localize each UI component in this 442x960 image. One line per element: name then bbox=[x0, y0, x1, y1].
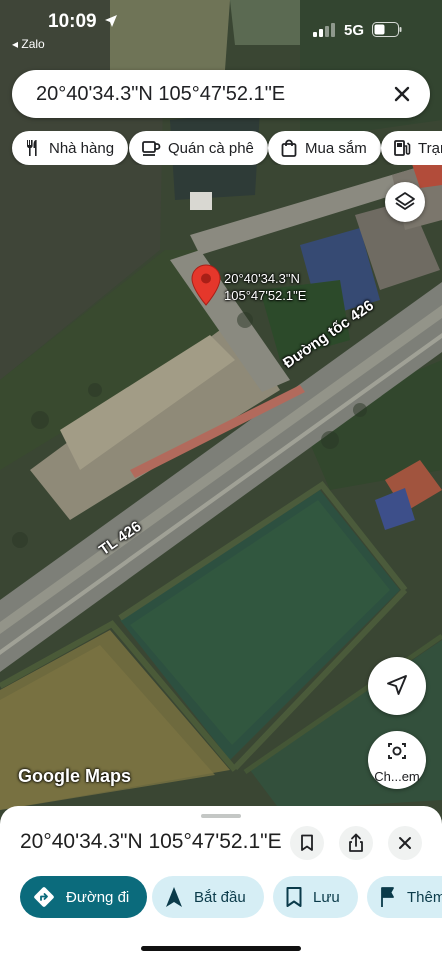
network-type: 5G bbox=[344, 22, 365, 39]
share-button[interactable] bbox=[339, 826, 373, 860]
battery-icon bbox=[372, 22, 402, 37]
directions-label: Đường đi bbox=[66, 888, 130, 906]
chip-label: Mua sắm bbox=[305, 139, 367, 157]
pin-label-lng: 105°47'52.1"E bbox=[224, 288, 307, 303]
coffee-cup-icon bbox=[142, 141, 161, 156]
chip-coffee-shops[interactable]: Quán cà phê bbox=[129, 131, 268, 165]
chip-shopping[interactable]: Mua sắm bbox=[268, 131, 381, 165]
lens-button-label: Ch...em bbox=[374, 769, 420, 784]
navigation-arrow-icon bbox=[387, 675, 407, 695]
status-time: 10:09 bbox=[48, 11, 97, 32]
lens-button[interactable]: Ch...em bbox=[368, 731, 426, 789]
google-maps-attribution: Google Maps bbox=[18, 766, 132, 786]
directions-button[interactable]: Đường đi bbox=[20, 876, 148, 918]
cellular-signal-icon bbox=[313, 23, 335, 37]
pin-coordinates-label: 20°40'34.3"N 105°47'52.1"E bbox=[224, 270, 306, 304]
place-title: 20°40'34.3"N 105°47'52.1"E bbox=[20, 830, 282, 853]
start-button[interactable]: Bắt đầu bbox=[152, 876, 264, 918]
flag-icon bbox=[381, 887, 394, 907]
fork-knife-icon bbox=[27, 140, 37, 156]
navigation-arrow-icon bbox=[166, 887, 182, 907]
save-button[interactable] bbox=[290, 826, 324, 860]
bookmark-icon bbox=[286, 887, 302, 907]
back-to-app-link[interactable]: ◂ Zalo bbox=[12, 37, 45, 51]
category-chips: Nhà hàng Quán cà phê Mua sắm Trạm bbox=[0, 131, 442, 165]
share-icon bbox=[349, 833, 363, 852]
close-sheet-button[interactable] bbox=[388, 826, 422, 860]
action-buttons-row: Đường đi Bắt đầu Lưu Thêm bbox=[0, 876, 442, 918]
my-location-button[interactable] bbox=[368, 657, 426, 715]
add-label: Thêm bbox=[407, 888, 442, 906]
close-icon bbox=[399, 837, 411, 849]
add-button[interactable]: Thêm bbox=[367, 876, 442, 918]
close-icon[interactable] bbox=[388, 80, 416, 108]
search-query[interactable]: 20°40'34.3"N 105°47'52.1"E bbox=[36, 83, 285, 106]
save-label: Lưu bbox=[313, 888, 340, 906]
layers-button[interactable] bbox=[385, 182, 425, 222]
chip-label: Trạm bbox=[418, 139, 442, 157]
camera-lens-icon bbox=[388, 743, 406, 759]
shopping-bag-icon bbox=[281, 139, 297, 157]
sheet-drag-handle[interactable] bbox=[201, 814, 241, 818]
layers-icon bbox=[395, 192, 415, 210]
start-label: Bắt đầu bbox=[194, 888, 246, 906]
home-indicator bbox=[141, 946, 301, 951]
chip-gas-stations[interactable]: Trạm bbox=[381, 131, 442, 165]
chip-restaurants[interactable]: Nhà hàng bbox=[12, 131, 129, 165]
location-pin-icon[interactable] bbox=[191, 264, 221, 306]
place-bottom-sheet[interactable]: 20°40'34.3"N 105°47'52.1"E Đường đi Bắt … bbox=[0, 806, 442, 960]
location-arrow-icon bbox=[105, 15, 117, 27]
chip-label: Quán cà phê bbox=[168, 139, 254, 157]
chip-label: Nhà hàng bbox=[49, 139, 115, 157]
search-bar[interactable]: 20°40'34.3"N 105°47'52.1"E bbox=[12, 70, 430, 118]
bookmark-icon bbox=[301, 834, 313, 851]
status-bar: 10:09 ◂ Zalo 5G bbox=[0, 0, 442, 60]
directions-icon bbox=[34, 887, 54, 907]
pin-label-lat: 20°40'34.3"N bbox=[224, 271, 300, 286]
gas-station-icon bbox=[394, 140, 411, 156]
save-place-button[interactable]: Lưu bbox=[273, 876, 358, 918]
